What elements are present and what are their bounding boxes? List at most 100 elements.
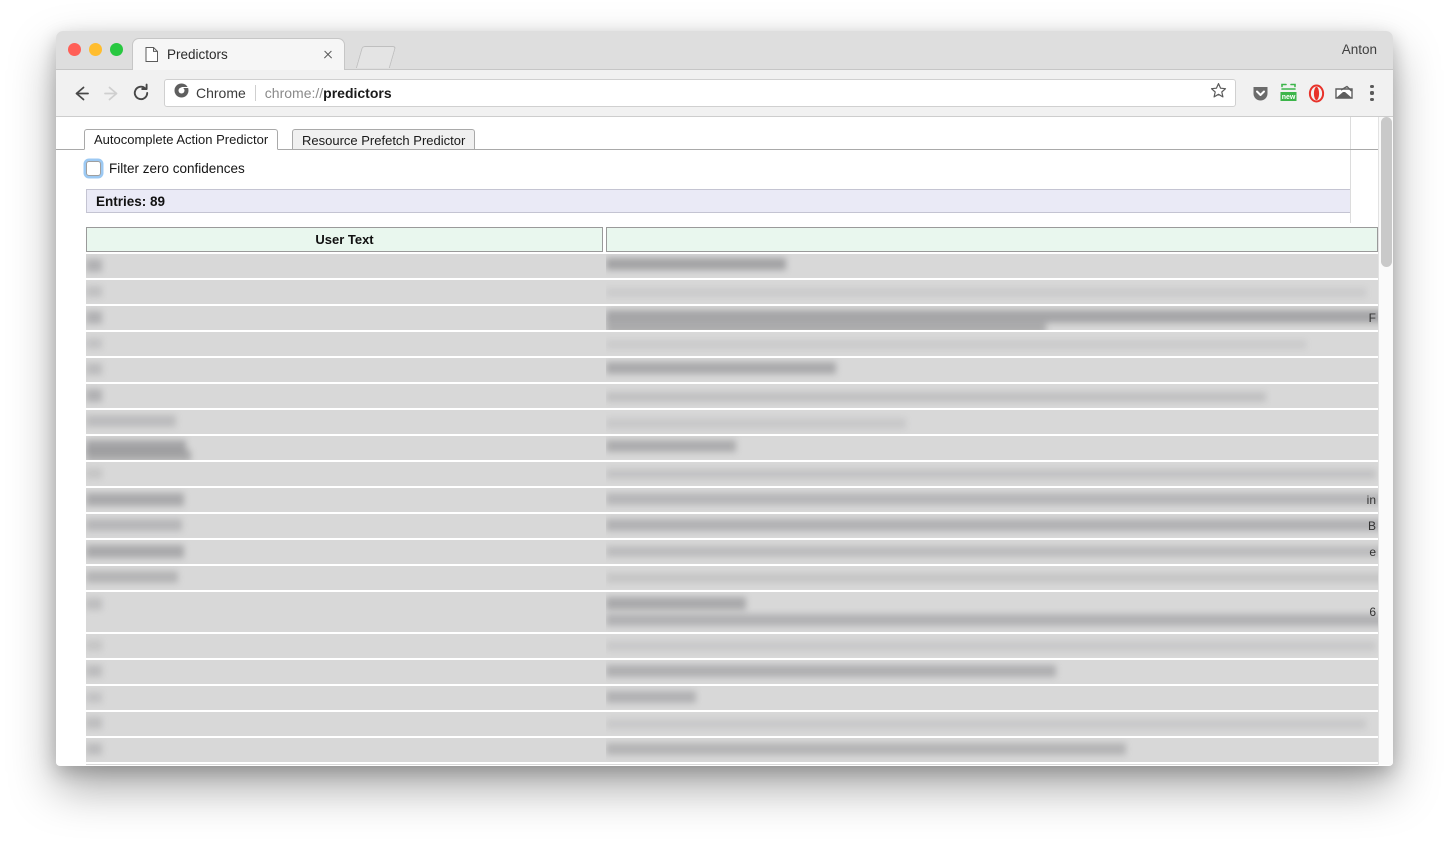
profile-name[interactable]: Anton [1342, 42, 1377, 57]
forward-button[interactable] [96, 78, 126, 108]
redacted-text-block [86, 493, 184, 506]
new-badge-extension-icon[interactable]: new [1275, 80, 1301, 106]
table-row[interactable]: B [86, 514, 1378, 538]
column-header-user-text[interactable]: User Text [86, 227, 603, 252]
redacted-text-block [86, 519, 182, 531]
table-row[interactable] [86, 686, 1378, 710]
table-row[interactable]: F [86, 306, 1378, 330]
cell-url [606, 462, 1378, 486]
window-controls [68, 43, 123, 56]
cell-url [606, 764, 1378, 765]
chrome-badge-label: Chrome [196, 85, 246, 101]
cell-url [606, 384, 1378, 408]
cell-user-text [86, 686, 603, 710]
cell-url [606, 280, 1378, 304]
entries-count-bar: Entries: 89 [86, 189, 1358, 213]
bookmark-star-icon[interactable] [1210, 82, 1227, 104]
table-row[interactable] [86, 410, 1378, 434]
table-row[interactable] [86, 634, 1378, 658]
redacted-text-block [606, 546, 1378, 557]
redacted-text-block [86, 692, 102, 703]
svg-text:new: new [1281, 94, 1295, 101]
mail-extension-icon[interactable] [1331, 80, 1357, 106]
cell-url [606, 332, 1378, 356]
cell-url: e [606, 540, 1378, 564]
chrome-logo-icon [174, 83, 189, 103]
redacted-text-block [606, 340, 1306, 349]
cell-url [606, 566, 1378, 590]
browser-tab-predictors[interactable]: Predictors [132, 38, 345, 70]
cell-url [606, 410, 1378, 434]
cell-user-text [86, 410, 603, 434]
pocket-extension-icon[interactable] [1247, 80, 1273, 106]
table-row[interactable] [86, 462, 1378, 486]
reload-button[interactable] [126, 78, 156, 108]
table-row[interactable] [86, 712, 1378, 736]
browser-menu-button[interactable] [1361, 80, 1383, 106]
cell-user-text [86, 566, 603, 590]
redacted-text-block [606, 392, 1266, 402]
new-tab-button[interactable] [355, 46, 397, 68]
table-row[interactable]: e [86, 540, 1378, 564]
opera-extension-icon[interactable] [1303, 80, 1329, 106]
close-tab-icon[interactable] [320, 47, 336, 63]
table-row[interactable] [86, 332, 1378, 356]
redacted-text-block [86, 450, 191, 460]
page-scrollbar[interactable] [1378, 117, 1393, 765]
table-row[interactable] [86, 566, 1378, 590]
table-row[interactable] [86, 254, 1378, 278]
redacted-text-block [606, 519, 1378, 531]
table-body: FinBe6echrome://https://www.google.ru/se… [86, 254, 1378, 765]
maximize-window-button[interactable] [110, 43, 123, 56]
cell-url [606, 254, 1378, 278]
table-row[interactable] [86, 764, 1378, 765]
redacted-text-block [86, 545, 184, 558]
cell-user-text [86, 306, 603, 330]
table-row[interactable] [86, 384, 1378, 408]
redacted-text-block [86, 571, 178, 583]
redacted-text-block [606, 614, 1378, 626]
cell-url: B [606, 514, 1378, 538]
table-row[interactable]: 6 [86, 592, 1378, 632]
table-row[interactable] [86, 738, 1378, 762]
page-scrollbar-thumb[interactable] [1381, 117, 1392, 267]
redacted-text-block [86, 598, 102, 610]
minimize-window-button[interactable] [89, 43, 102, 56]
table-row[interactable] [86, 280, 1378, 304]
close-window-button[interactable] [68, 43, 81, 56]
cell-user-text [86, 462, 603, 486]
tab-resource-prefetch-predictor[interactable]: Resource Prefetch Predictor [292, 129, 476, 150]
filter-zero-confidences-checkbox[interactable] [86, 160, 101, 176]
table-row[interactable] [86, 358, 1378, 382]
back-button[interactable] [66, 78, 96, 108]
cell-user-text [86, 660, 603, 684]
column-header-url[interactable] [606, 227, 1378, 252]
table-row[interactable] [86, 436, 1378, 460]
clipped-url-fragment: F [1368, 311, 1376, 325]
filter-zero-confidences-row: Filter zero confidences [86, 159, 1378, 177]
redacted-text-block [86, 415, 176, 427]
redacted-text-block [86, 743, 102, 755]
redacted-text-block [606, 743, 1126, 755]
omnibox-divider [254, 85, 256, 101]
redacted-text-block [86, 311, 102, 324]
redacted-text-block [606, 258, 786, 270]
redacted-text-block [606, 440, 736, 452]
cell-url [606, 738, 1378, 762]
table-row[interactable]: in [86, 488, 1378, 512]
tab-autocomplete-action-predictor[interactable]: Autocomplete Action Predictor [84, 129, 279, 150]
table-row[interactable] [86, 660, 1378, 684]
redacted-text-block [86, 259, 102, 272]
table-header-row: User Text [86, 227, 1378, 252]
redacted-text-block [86, 338, 102, 349]
browser-tab-title: Predictors [167, 47, 228, 62]
cell-user-text [86, 254, 603, 278]
cell-url [606, 634, 1378, 658]
tab-panel-scrollbar[interactable] [1350, 117, 1362, 223]
cell-user-text [86, 634, 603, 658]
redacted-text-block [86, 363, 102, 375]
address-bar[interactable]: Chrome chrome://predictors [164, 79, 1236, 107]
cell-user-text [86, 488, 603, 512]
cell-user-text [86, 332, 603, 356]
cell-user-text [86, 436, 603, 460]
